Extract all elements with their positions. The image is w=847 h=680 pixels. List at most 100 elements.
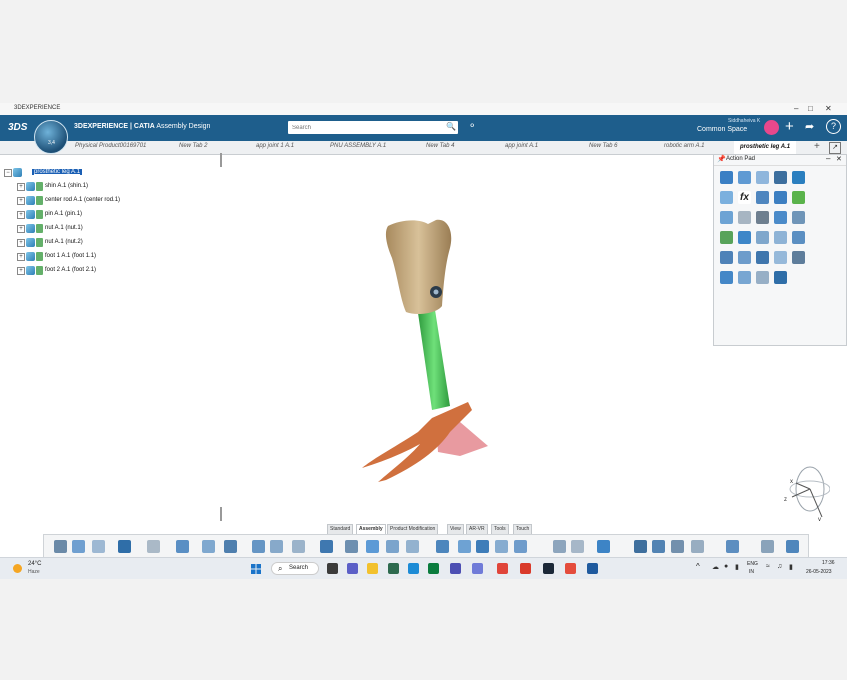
share-tool-icon[interactable]: [671, 540, 684, 553]
tab-app-joint[interactable]: app joint A.1: [505, 143, 538, 149]
splitter-handle[interactable]: [220, 507, 222, 521]
insert-product-icon[interactable]: [738, 171, 751, 184]
battery-icon[interactable]: ▮: [735, 563, 739, 571]
layout-tool-icon[interactable]: [786, 540, 799, 553]
scene-icon[interactable]: [738, 271, 751, 284]
select-icon[interactable]: [147, 540, 160, 553]
tab-pnu-assembly[interactable]: PNU ASSEMBLY A.1: [330, 143, 386, 149]
expand-icon[interactable]: +: [17, 253, 25, 261]
flexible-icon[interactable]: [774, 171, 787, 184]
expand-icon[interactable]: +: [17, 197, 25, 205]
pan-icon[interactable]: [476, 540, 489, 553]
app-icon[interactable]: [388, 563, 399, 574]
tab-new-tab-4[interactable]: New Tab 4: [426, 143, 454, 149]
settings-gear-icon[interactable]: [691, 540, 704, 553]
magnify-icon[interactable]: [458, 540, 471, 553]
connection-icon[interactable]: [270, 540, 283, 553]
center-rod[interactable]: [418, 310, 450, 410]
axis-icon[interactable]: [320, 540, 333, 553]
probe-icon[interactable]: [792, 211, 805, 224]
update-icon[interactable]: [792, 191, 805, 204]
fix-icon[interactable]: [738, 251, 751, 264]
bom-icon[interactable]: [774, 231, 787, 244]
3dexperience-icon[interactable]: [587, 563, 598, 574]
save-icon[interactable]: [634, 540, 647, 553]
compass-tool-icon[interactable]: [774, 271, 787, 284]
axis-triad-icon[interactable]: z y x: [782, 459, 830, 521]
minimize-icon[interactable]: –: [826, 154, 830, 163]
cut-icon[interactable]: [54, 540, 67, 553]
symmetry-icon[interactable]: [756, 231, 769, 244]
battery-status-icon[interactable]: ▮: [789, 563, 793, 571]
new-component-icon[interactable]: [720, 171, 733, 184]
prosthetic-leg-model[interactable]: [340, 218, 520, 493]
measure-icon[interactable]: [720, 211, 733, 224]
new-part-icon[interactable]: [202, 540, 215, 553]
share-icon[interactable]: ➦: [805, 120, 814, 133]
collaboration-icon[interactable]: [726, 540, 739, 553]
clearance-icon[interactable]: [774, 211, 787, 224]
section-icon[interactable]: [738, 211, 751, 224]
undo-icon[interactable]: [118, 540, 131, 553]
structure-icon[interactable]: [761, 540, 774, 553]
search-icon[interactable]: 🔍: [446, 122, 456, 131]
engineering-connection-icon[interactable]: [720, 251, 733, 264]
show-icon[interactable]: [406, 540, 419, 553]
teams-icon[interactable]: [450, 563, 461, 574]
pattern-icon[interactable]: [720, 231, 733, 244]
expand-icon[interactable]: +: [17, 183, 25, 191]
tab-physical-product[interactable]: Physical Product00169701: [75, 143, 146, 149]
tab-new-tab-2[interactable]: New Tab 2: [179, 143, 207, 149]
tab-robotic-arm[interactable]: robotic arm A.1: [664, 143, 704, 149]
tab-new-tab-6[interactable]: New Tab 6: [589, 143, 617, 149]
language-indicator[interactable]: ENG: [747, 561, 758, 567]
snap-icon[interactable]: [756, 271, 769, 284]
weather-icon[interactable]: [13, 564, 22, 573]
avatar[interactable]: [764, 120, 779, 135]
expand-icon[interactable]: +: [17, 267, 25, 275]
collaborative-space-selector[interactable]: Common Space: [697, 126, 747, 133]
rigid-icon[interactable]: [756, 251, 769, 264]
capture-icon[interactable]: [553, 540, 566, 553]
excel-icon[interactable]: [428, 563, 439, 574]
chevron-up-icon[interactable]: ^: [696, 562, 700, 571]
engineering-icon[interactable]: [252, 540, 265, 553]
expand-icon[interactable]: +: [17, 225, 25, 233]
splitter-handle[interactable]: [220, 153, 222, 167]
formula-icon[interactable]: fx: [738, 191, 751, 204]
view-cube-icon[interactable]: [597, 540, 610, 553]
replace-icon[interactable]: [792, 171, 805, 184]
sketch-icon[interactable]: [738, 231, 751, 244]
volume-icon[interactable]: ♫: [777, 563, 782, 570]
chat-icon[interactable]: [347, 563, 358, 574]
close-icon[interactable]: ✕: [825, 104, 832, 113]
maximize-icon[interactable]: □: [808, 104, 813, 113]
zoom-icon[interactable]: [366, 540, 379, 553]
expand-icon[interactable]: +: [17, 211, 25, 219]
taskbar-search[interactable]: ⌕ Search: [271, 562, 319, 575]
photos-icon[interactable]: [472, 563, 483, 574]
snap-tool-icon[interactable]: [292, 540, 305, 553]
office-icon[interactable]: [520, 563, 531, 574]
tab-prosthetic-leg[interactable]: prosthetic leg A.1: [734, 141, 797, 154]
add-tab-icon[interactable]: +: [814, 141, 820, 152]
app-tray-icon[interactable]: ●: [724, 563, 728, 570]
settings-icon[interactable]: [720, 191, 733, 204]
chrome-profile-icon[interactable]: [565, 563, 576, 574]
clash-icon[interactable]: [756, 211, 769, 224]
reorder-icon[interactable]: [774, 191, 787, 204]
copy-icon[interactable]: [72, 540, 85, 553]
pin-icon[interactable]: 📌: [717, 155, 726, 163]
edge-icon[interactable]: [408, 563, 419, 574]
insert-icon[interactable]: [176, 540, 189, 553]
compass-icon[interactable]: 3,4: [34, 120, 68, 154]
clock-date[interactable]: 26-05-2023: [806, 569, 832, 575]
hide-icon[interactable]: [386, 540, 399, 553]
export-icon[interactable]: [652, 540, 665, 553]
product-icon[interactable]: [224, 540, 237, 553]
tree-icon[interactable]: [345, 540, 358, 553]
cloud-icon[interactable]: ☁: [712, 563, 719, 571]
file-explorer-icon[interactable]: [367, 563, 378, 574]
compass-reset-icon[interactable]: [436, 540, 449, 553]
existing-component-icon[interactable]: [756, 171, 769, 184]
